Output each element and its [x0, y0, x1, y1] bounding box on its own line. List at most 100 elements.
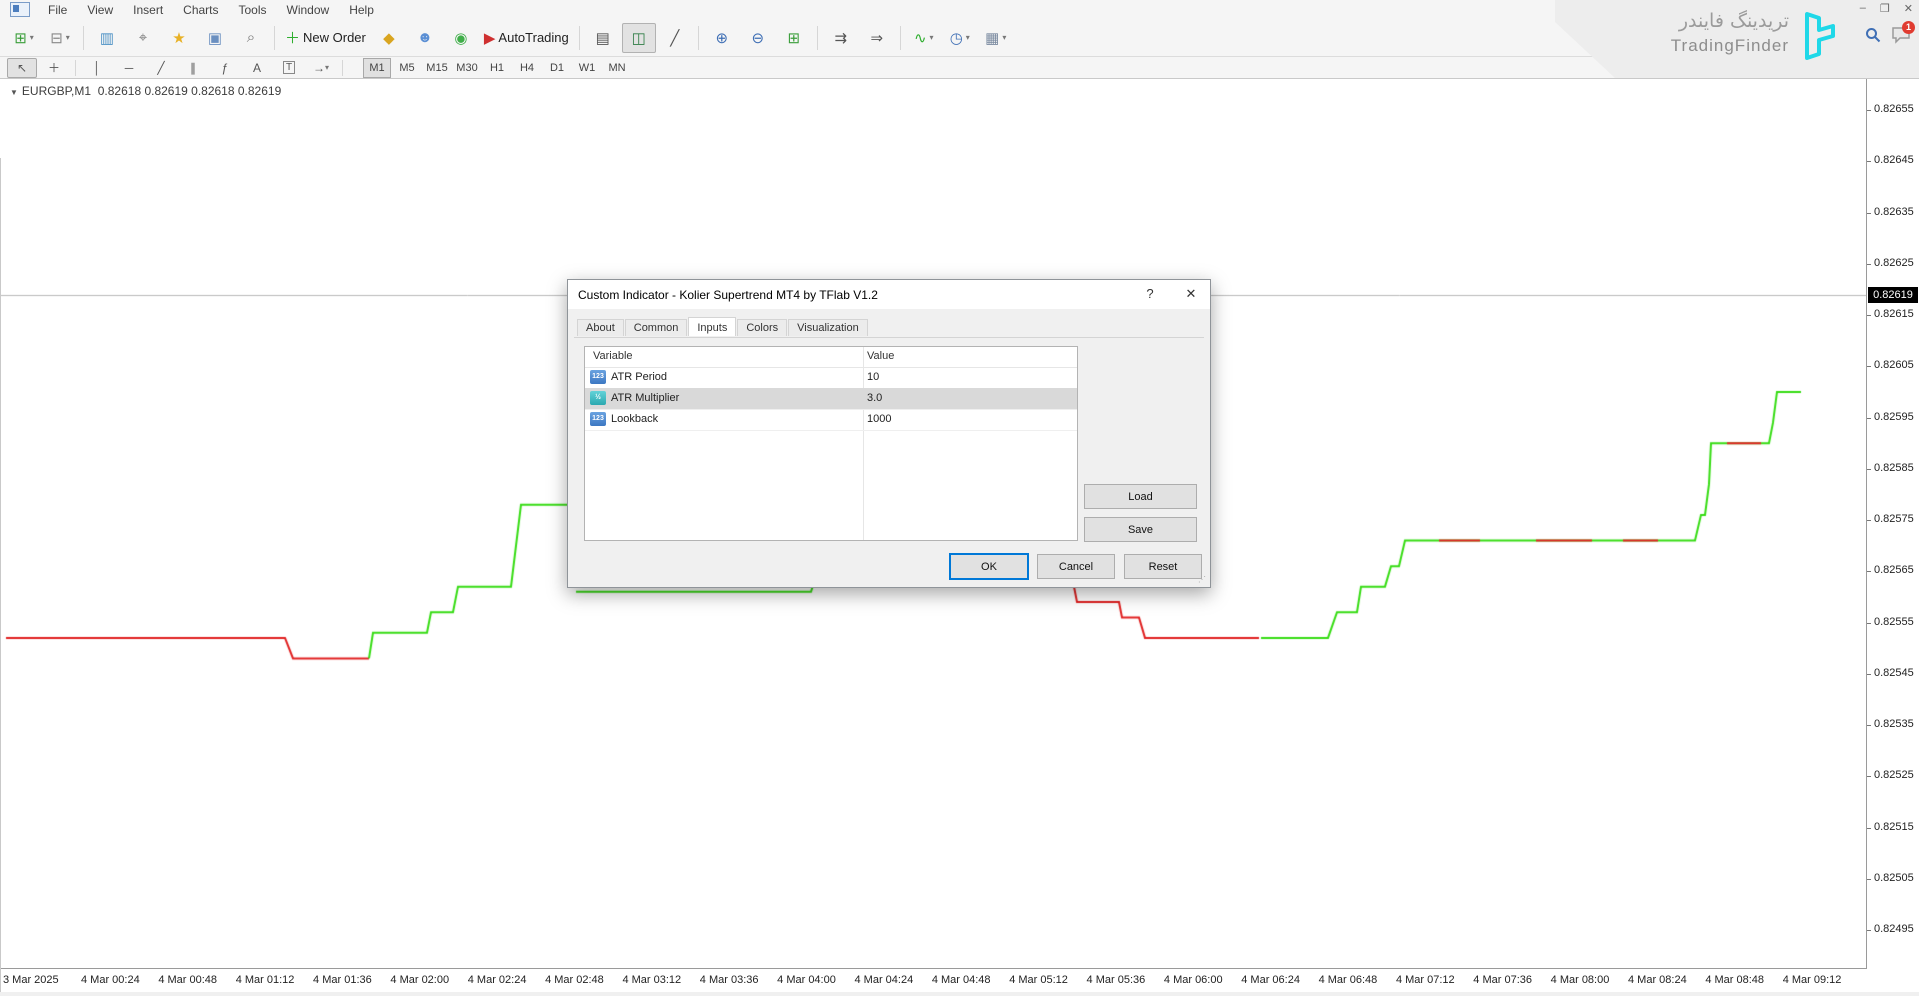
menu-file[interactable]: File: [38, 1, 77, 19]
timeframe-mn[interactable]: MN: [603, 58, 631, 78]
bar-chart-button[interactable]: ▤: [586, 23, 620, 53]
save-button[interactable]: Save: [1084, 517, 1197, 542]
market-watch-button[interactable]: ▥: [90, 23, 124, 53]
cursor-tool-button[interactable]: ↖: [7, 58, 37, 78]
variable-value[interactable]: 1000: [867, 413, 891, 425]
timeframe-m15[interactable]: M15: [423, 58, 451, 78]
text-label-tool-button[interactable]: T: [274, 58, 304, 78]
menu-help[interactable]: Help: [339, 1, 384, 19]
price-axis[interactable]: 0.82619 0.826550.826450.826350.826250.82…: [1866, 79, 1919, 968]
metaeditor-button[interactable]: ◆: [372, 23, 406, 53]
timeframe-m30[interactable]: M30: [453, 58, 481, 78]
input-row-lookback[interactable]: 123Lookback1000: [585, 409, 1077, 431]
time-axis-label: 4 Mar 02:48: [545, 974, 604, 986]
time-axis-label: 4 Mar 00:24: [81, 974, 140, 986]
timeframe-m5[interactable]: M5: [393, 58, 421, 78]
navigator-button[interactable]: ★: [162, 23, 196, 53]
reset-button[interactable]: Reset: [1124, 554, 1202, 579]
timeframe-h1[interactable]: H1: [483, 58, 511, 78]
time-axis-label: 4 Mar 08:24: [1628, 974, 1687, 986]
chart-shift-icon: ⇒: [870, 29, 883, 47]
autotrading-icon: ▶: [484, 29, 496, 47]
text-label-icon: T: [283, 61, 295, 74]
tab-about[interactable]: About: [577, 319, 624, 336]
price-axis-label: 0.82565: [1874, 564, 1914, 576]
fibonacci-tool-button[interactable]: ƒ: [210, 58, 240, 78]
new-order-icon: ＋: [285, 27, 300, 48]
timeframe-d1[interactable]: D1: [543, 58, 571, 78]
horizontal-line-tool-button[interactable]: ─: [114, 58, 144, 78]
menu-view[interactable]: View: [77, 1, 123, 19]
tab-common[interactable]: Common: [625, 319, 688, 336]
vertical-line-tool-button[interactable]: │: [82, 58, 112, 78]
zoom-out-icon: ⊖: [751, 29, 764, 47]
profile-user-button[interactable]: ☻: [408, 23, 442, 53]
auto-scroll-button[interactable]: ⇉: [824, 23, 858, 53]
notifications-button[interactable]: ◉: [444, 23, 478, 53]
menu-insert[interactable]: Insert: [123, 1, 173, 19]
search-icon[interactable]: [1865, 27, 1881, 43]
menu-tools[interactable]: Tools: [229, 1, 277, 19]
arrows-icon: →: [313, 61, 325, 75]
arrows-tool-button[interactable]: →▾: [306, 58, 336, 78]
resize-grip[interactable]: ⋰: [1198, 575, 1208, 585]
time-axis-label: 4 Mar 04:24: [855, 974, 914, 986]
zoom-out-button[interactable]: ⊖: [741, 23, 775, 53]
chevron-down-icon: ▾: [325, 63, 329, 72]
table-header: Variable Value: [585, 347, 1077, 368]
market-watch-icon: ▥: [100, 29, 114, 47]
timeframe-m1[interactable]: M1: [363, 58, 391, 78]
input-row-atr-period[interactable]: 123ATR Period10: [585, 367, 1077, 389]
time-axis-label: 4 Mar 03:36: [700, 974, 759, 986]
timeframe-h4[interactable]: H4: [513, 58, 541, 78]
tab-colors[interactable]: Colors: [737, 319, 787, 336]
minimize-button[interactable]: –: [1860, 2, 1866, 15]
timeframe-w1[interactable]: W1: [573, 58, 601, 78]
menu-window[interactable]: Window: [277, 1, 340, 19]
dialog-help-button[interactable]: ?: [1140, 286, 1160, 301]
zoom-in-button[interactable]: ⊕: [705, 23, 739, 53]
periods-button[interactable]: ◷▾: [943, 23, 977, 53]
line-chart-button[interactable]: ╱: [658, 23, 692, 53]
crosshair-tool-button[interactable]: ＋: [39, 58, 69, 78]
tile-windows-button[interactable]: ⊞: [777, 23, 811, 53]
indicators-button[interactable]: ∿▾: [907, 23, 941, 53]
time-axis-label: 4 Mar 06:00: [1164, 974, 1223, 986]
data-window-button[interactable]: ⌖: [126, 23, 160, 53]
trendline-tool-button[interactable]: ╱: [146, 58, 176, 78]
load-button[interactable]: Load: [1084, 484, 1197, 509]
tab-inputs[interactable]: Inputs: [688, 317, 736, 336]
templates-button[interactable]: ▦▾: [979, 23, 1013, 53]
menu-charts[interactable]: Charts: [173, 1, 228, 19]
navigator-icon: ★: [172, 29, 185, 47]
ok-button[interactable]: OK: [950, 554, 1028, 579]
price-axis-label: 0.82595: [1874, 411, 1914, 423]
variable-value[interactable]: 10: [867, 371, 879, 383]
profiles-button[interactable]: ⊟▾: [43, 23, 77, 53]
strategy-tester-button[interactable]: ⌕: [234, 23, 268, 53]
dialog-close-button[interactable]: ✕: [1180, 286, 1202, 302]
chevron-down-icon: ▼: [10, 88, 18, 97]
chevron-down-icon: ▾: [66, 33, 70, 42]
terminal-button[interactable]: ▣: [198, 23, 232, 53]
close-button[interactable]: ✕: [1904, 2, 1913, 15]
chart-shift-button[interactable]: ⇒: [860, 23, 894, 53]
equidistant-channel-tool-button[interactable]: ∥: [178, 58, 208, 78]
input-row-atr-multiplier[interactable]: ½ATR Multiplier3.0: [585, 388, 1077, 410]
tab-visualization[interactable]: Visualization: [788, 319, 868, 336]
time-axis[interactable]: 3 Mar 20254 Mar 00:244 Mar 00:484 Mar 01…: [0, 968, 1867, 993]
new-order-button[interactable]: ＋New Order: [281, 23, 370, 53]
price-axis-label: 0.82525: [1874, 769, 1914, 781]
variable-value[interactable]: 3.0: [867, 392, 882, 404]
cancel-button[interactable]: Cancel: [1037, 554, 1115, 579]
text-tool-button[interactable]: A: [242, 58, 272, 78]
restore-button[interactable]: ❐: [1880, 2, 1890, 15]
toolbar-separator: [75, 60, 76, 76]
toolbar-separator: [817, 26, 818, 50]
autotrading-button[interactable]: ▶AutoTrading: [480, 23, 573, 53]
candlestick-chart-button[interactable]: ◫: [622, 23, 656, 53]
new-chart-button[interactable]: ⊞▾: [7, 23, 41, 53]
double-type-icon: ½: [590, 391, 606, 405]
chat-icon[interactable]: 1: [1891, 26, 1911, 44]
dialog-titlebar[interactable]: Custom Indicator - Kolier Supertrend MT4…: [568, 280, 1210, 309]
